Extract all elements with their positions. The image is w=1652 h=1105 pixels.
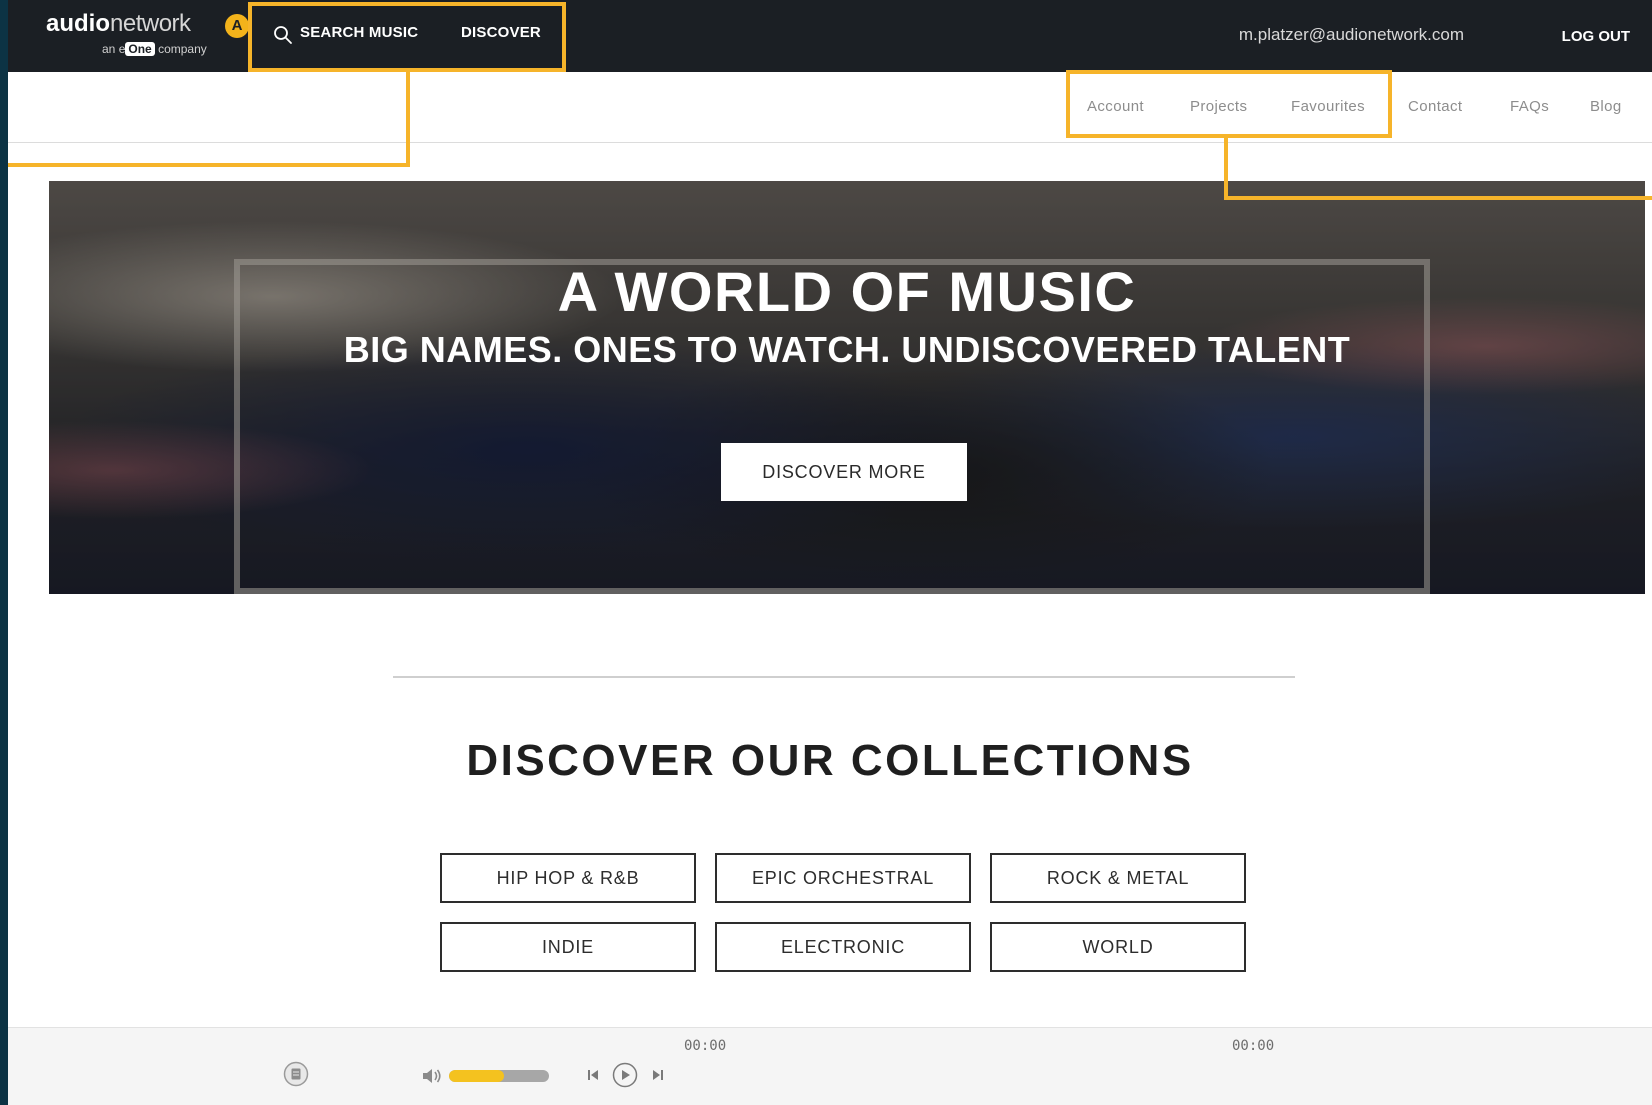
logo-word-audio: audio xyxy=(46,10,110,37)
collection-hip-hop-rnb[interactable]: HIP HOP & R&B xyxy=(440,853,696,903)
subnav-projects[interactable]: Projects xyxy=(1190,98,1247,115)
section-divider xyxy=(393,676,1295,678)
volume-icon[interactable] xyxy=(421,1066,443,1086)
total-time: 00:00 xyxy=(1232,1038,1275,1054)
collection-electronic[interactable]: ELECTRONIC xyxy=(715,922,971,972)
volume-level xyxy=(449,1070,504,1082)
previous-icon[interactable] xyxy=(586,1068,600,1082)
volume-slider[interactable] xyxy=(449,1070,549,1082)
search-icon[interactable] xyxy=(273,25,293,45)
collection-epic-orchestral[interactable]: EPIC ORCHESTRAL xyxy=(715,853,971,903)
subnav-favourites[interactable]: Favourites xyxy=(1291,98,1365,115)
collection-world[interactable]: WORLD xyxy=(990,922,1246,972)
account-subnav: Account Projects Favourites Contact FAQs… xyxy=(8,72,1652,143)
hero-overlay xyxy=(49,181,1645,594)
top-navigation-bar: audionetwork A an e One company SEARCH MU… xyxy=(8,0,1652,72)
next-icon[interactable] xyxy=(651,1068,665,1082)
logo-word-network: network xyxy=(110,10,191,37)
collections-title: DISCOVER OUR COLLECTIONS xyxy=(466,736,1194,785)
user-email[interactable]: m.platzer@audionetwork.com xyxy=(1239,25,1464,45)
subnav-faqs[interactable]: FAQs xyxy=(1510,98,1549,115)
subnav-blog[interactable]: Blog xyxy=(1590,98,1622,115)
subnav-account[interactable]: Account xyxy=(1087,98,1144,115)
hero-banner: A WORLD OF MUSIC BIG NAMES. ONES TO WATC… xyxy=(49,181,1645,594)
logout-button[interactable]: LOG OUT xyxy=(1562,28,1630,45)
highlight-connector-topnav-horizontal xyxy=(8,163,410,167)
subnav-contact[interactable]: Contact xyxy=(1408,98,1463,115)
hero-title: A WORLD OF MUSIC xyxy=(557,260,1137,323)
current-time: 00:00 xyxy=(684,1038,727,1054)
page: audionetwork A an e One company SEARCH MU… xyxy=(8,0,1652,1105)
audio-network-logo[interactable]: audionetwork A an e One company xyxy=(46,10,249,62)
playlist-icon[interactable] xyxy=(283,1061,309,1087)
collection-rock-metal[interactable]: ROCK & METAL xyxy=(990,853,1246,903)
tagline-suffix: company xyxy=(158,42,207,56)
logo-badge-icon: A xyxy=(225,14,249,38)
play-icon[interactable] xyxy=(612,1062,638,1088)
discover-more-button[interactable]: DISCOVER MORE xyxy=(721,443,967,501)
logo-wordmark: audionetwork xyxy=(46,10,191,38)
nav-search-music[interactable]: SEARCH MUSIC xyxy=(300,24,418,41)
nav-discover[interactable]: DISCOVER xyxy=(461,24,541,41)
tagline-mark-one: One xyxy=(125,42,155,56)
logo-tagline: an e One company xyxy=(102,42,207,56)
audio-player-bar: 00:00 00:00 xyxy=(8,1027,1652,1105)
tagline-prefix: an xyxy=(102,42,116,56)
hero-subtitle: BIG NAMES. ONES TO WATCH. UNDISCOVERED T… xyxy=(343,329,1351,370)
collection-indie[interactable]: INDIE xyxy=(440,922,696,972)
